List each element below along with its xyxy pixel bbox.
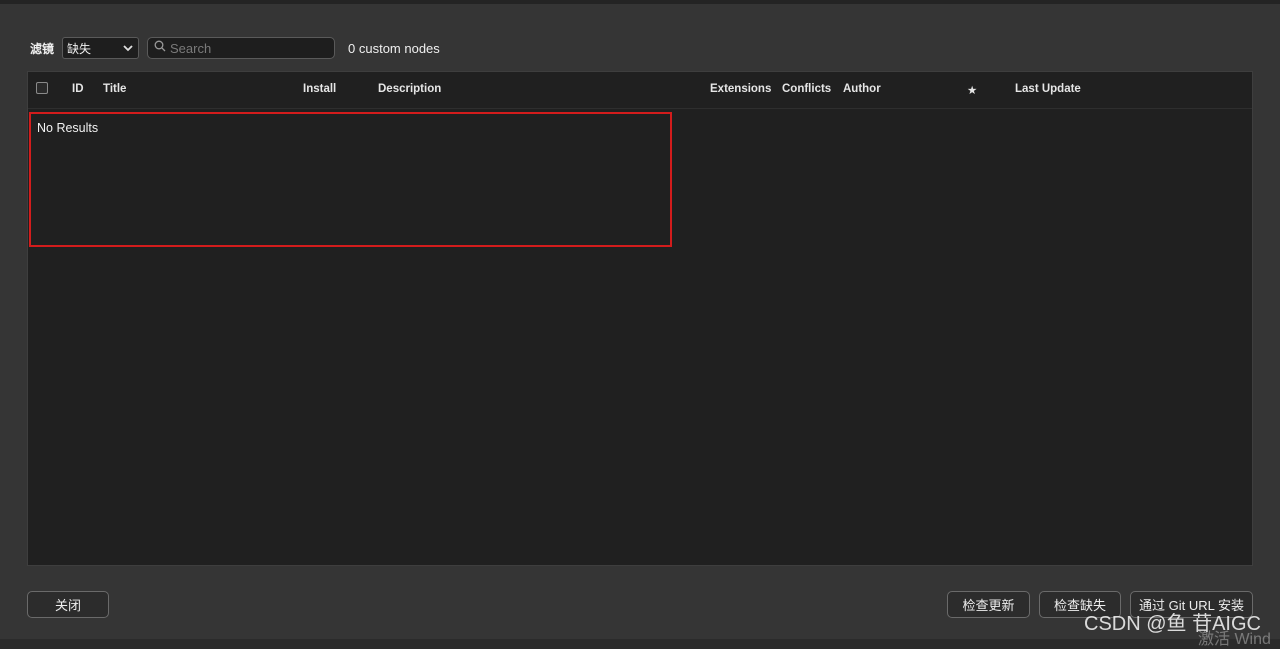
filter-label: 滤镜	[30, 41, 55, 56]
column-header-conflicts[interactable]: Conflicts	[782, 83, 831, 95]
no-results-highlight-box: No Results	[29, 112, 672, 247]
column-header-title[interactable]: Title	[103, 83, 126, 95]
column-header-id[interactable]: ID	[72, 83, 84, 95]
table-header: ID Title Install Description Extensions …	[28, 72, 1252, 109]
column-header-install[interactable]: Install	[303, 83, 336, 95]
check-updates-button[interactable]: 检查更新	[947, 591, 1030, 618]
search-box[interactable]	[147, 37, 336, 59]
custom-nodes-manager-dialog: 滤镜 缺失 0 custom nodes ID Title Install De…	[0, 0, 1280, 648]
column-header-description[interactable]: Description	[378, 83, 441, 95]
activate-windows-watermark: 激活 Wind	[1198, 631, 1271, 648]
filter-select[interactable]: 缺失	[62, 37, 140, 59]
filter-toolbar: 滤镜 缺失 0 custom nodes	[30, 37, 440, 59]
search-icon	[154, 39, 166, 57]
close-button[interactable]: 关闭	[27, 591, 109, 618]
search-input[interactable]	[170, 40, 321, 56]
node-count-text: 0 custom nodes	[348, 40, 440, 56]
column-header-extensions[interactable]: Extensions	[710, 83, 771, 95]
column-header-stars[interactable]: ★	[967, 83, 977, 97]
no-results-message: No Results	[37, 121, 99, 135]
column-header-last-update[interactable]: Last Update	[1015, 83, 1081, 95]
nodes-table: ID Title Install Description Extensions …	[27, 71, 1253, 566]
chevron-down-icon	[122, 42, 134, 54]
filter-select-value: 缺失	[67, 41, 92, 56]
select-all-checkbox[interactable]	[36, 82, 48, 94]
column-header-author[interactable]: Author	[843, 83, 881, 95]
